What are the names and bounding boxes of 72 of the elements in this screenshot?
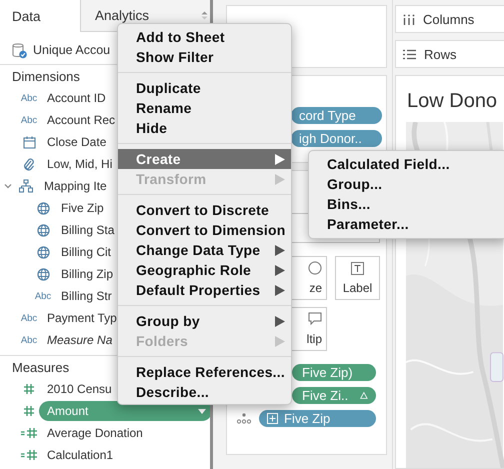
menu-item[interactable]: Duplicate	[118, 78, 291, 98]
text-icon	[351, 262, 364, 274]
submenu-arrow-icon	[275, 174, 285, 184]
data-type-label: Abc	[20, 312, 38, 324]
menu-item[interactable]: Convert to Dimension	[118, 220, 291, 240]
hierarchy-icon	[19, 179, 33, 193]
field-name[interactable]: Billing Cit	[61, 245, 112, 259]
menu-item[interactable]: Create	[118, 149, 291, 169]
submenu-arrow-icon	[275, 336, 285, 346]
delta-icon	[360, 390, 368, 401]
number-icon	[23, 383, 35, 395]
database-icon	[11, 42, 28, 58]
field-name[interactable]: Close Date	[47, 135, 106, 149]
field-name[interactable]: Mapping Ite	[44, 179, 107, 193]
field-name[interactable]: Account Rec	[47, 113, 116, 127]
menu-item[interactable]: Calculated Field...	[309, 154, 504, 174]
section-heading: Dimensions	[12, 68, 80, 84]
menu-item[interactable]: Bins...	[309, 194, 504, 214]
submenu-arrow-icon	[275, 154, 285, 164]
number-icon	[23, 405, 35, 417]
sort-icon	[201, 11, 208, 20]
field-name[interactable]: Payment Typ	[47, 311, 117, 325]
caret-icon	[198, 408, 206, 414]
data-type-label: Abc	[20, 92, 38, 104]
menu-item[interactable]: Convert to Discrete	[118, 200, 291, 220]
field-name[interactable]: Account ID	[47, 91, 106, 105]
globe-icon	[36, 202, 50, 214]
field-name[interactable]: 2010 Censu	[47, 382, 112, 396]
field-name[interactable]: Measure Na	[47, 333, 112, 347]
rows-icon	[403, 48, 416, 60]
columns-shelf[interactable]: Columns	[395, 5, 504, 33]
menu-item[interactable]: Hide	[118, 118, 291, 138]
data-type-label: Abc	[20, 114, 38, 126]
data-source-name[interactable]: Unique Accou	[33, 43, 110, 57]
globe-icon	[36, 268, 50, 280]
data-type-label: Abc	[20, 334, 38, 346]
globe-icon	[36, 246, 50, 258]
columns-icon	[403, 14, 415, 24]
mark-button[interactable]: Label	[335, 256, 380, 300]
menu-item[interactable]: Parameter...	[309, 214, 504, 234]
rows-shelf[interactable]: Rows	[395, 40, 504, 68]
calendar-icon	[22, 136, 36, 148]
field-name[interactable]: Calculation1	[47, 448, 114, 462]
section-heading: Measures	[12, 360, 70, 374]
submenu-arrow-icon	[275, 316, 285, 326]
plus-box-icon	[267, 413, 278, 424]
field-name[interactable]: Billing Zip	[61, 267, 114, 281]
submenu-arrow-icon	[275, 264, 285, 276]
field-name[interactable]: Billing Str	[61, 289, 112, 303]
detail-icon	[237, 413, 251, 424]
menu-item[interactable]: Rename	[118, 98, 291, 118]
paperclip-icon	[23, 157, 35, 171]
field-name[interactable]: Average Donation	[47, 426, 143, 440]
menu-item[interactable]: Show Filter	[118, 47, 291, 67]
calculated-number-icon	[20, 449, 38, 461]
shelf-label: Rows	[424, 46, 457, 62]
field-name[interactable]: Billing Sta	[61, 223, 114, 237]
field-name[interactable]: Low, Mid, Hi	[47, 157, 112, 171]
globe-icon	[36, 224, 50, 236]
view-title: Low Dono	[406, 89, 498, 114]
speech-bubble-icon	[308, 312, 322, 326]
field-name[interactable]: Five Zip	[61, 201, 104, 215]
calculated-number-icon	[20, 427, 38, 439]
data-type-label: Abc	[34, 290, 52, 302]
submenu-arrow-icon	[275, 244, 285, 256]
menu-item[interactable]: Group...	[309, 174, 504, 194]
circle-icon	[308, 261, 322, 275]
menu-item[interactable]: Replace References...	[118, 362, 291, 382]
shelf-label: Columns	[423, 12, 474, 26]
menu-item[interactable]: Describe...	[118, 382, 291, 402]
submenu-arrow-icon	[275, 284, 285, 296]
chevron-icon[interactable]	[3, 181, 13, 191]
